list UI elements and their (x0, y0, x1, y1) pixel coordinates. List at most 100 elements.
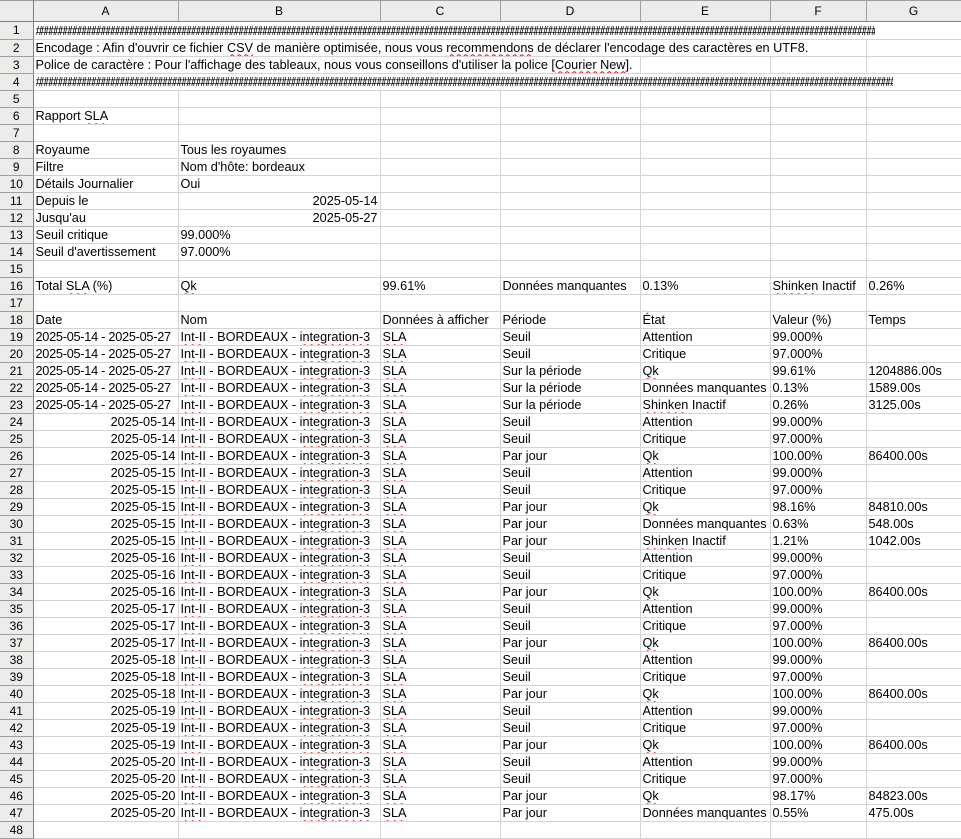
cell-E25[interactable]: Critique (640, 431, 770, 448)
cell-A8[interactable]: Royaume (33, 142, 178, 159)
cell-C15[interactable] (380, 261, 500, 278)
cell-A21[interactable]: 2025-05-14 - 2025-05-27 (33, 363, 178, 380)
cell-E5[interactable] (640, 91, 770, 108)
row-header-18[interactable]: 18 (0, 312, 33, 329)
cell-E37[interactable]: Qk (640, 635, 770, 652)
cell-C45[interactable]: SLA (380, 771, 500, 788)
cell-F17[interactable] (770, 295, 866, 312)
cell-C33[interactable]: SLA (380, 567, 500, 584)
column-header-D[interactable]: D (500, 1, 640, 22)
cell-A35[interactable]: 2025-05-17 (33, 601, 178, 618)
cell-A29[interactable]: 2025-05-15 (33, 499, 178, 516)
cell-F10[interactable] (770, 176, 866, 193)
cell-B41[interactable]: Int-II - BORDEAUX - integration-3 (178, 703, 380, 720)
cell-A46[interactable]: 2025-05-20 (33, 788, 178, 805)
cell-G22[interactable]: 1589.00s (866, 380, 961, 397)
cell-E30[interactable]: Données manquantes (640, 516, 770, 533)
cell-B13[interactable]: 99.000% (178, 227, 380, 244)
cell-D18[interactable]: Période (500, 312, 640, 329)
cell-D34[interactable]: Par jour (500, 584, 640, 601)
cell-B24[interactable]: Int-II - BORDEAUX - integration-3 (178, 414, 380, 431)
cell-A28[interactable]: 2025-05-15 (33, 482, 178, 499)
row-header-39[interactable]: 39 (0, 669, 33, 686)
row-header-33[interactable]: 33 (0, 567, 33, 584)
cell-C37[interactable]: SLA (380, 635, 500, 652)
cell-B37[interactable]: Int-II - BORDEAUX - integration-3 (178, 635, 380, 652)
cell-B19[interactable]: Int-II - BORDEAUX - integration-3 (178, 329, 380, 346)
cell-A5[interactable] (33, 91, 178, 108)
row-header-29[interactable]: 29 (0, 499, 33, 516)
cell-C16[interactable]: 99.61% (380, 278, 500, 295)
cell-A40[interactable]: 2025-05-18 (33, 686, 178, 703)
cell-B35[interactable]: Int-II - BORDEAUX - integration-3 (178, 601, 380, 618)
row-header-13[interactable]: 13 (0, 227, 33, 244)
cell-E38[interactable]: Attention (640, 652, 770, 669)
cell-D48[interactable] (500, 822, 640, 839)
cell-A33[interactable]: 2025-05-16 (33, 567, 178, 584)
cell-A37[interactable]: 2025-05-17 (33, 635, 178, 652)
cell-E36[interactable]: Critique (640, 618, 770, 635)
cell-B31[interactable]: Int-II - BORDEAUX - integration-3 (178, 533, 380, 550)
cell-B11[interactable]: 2025-05-14 (178, 193, 380, 210)
cell-F12[interactable] (770, 210, 866, 227)
cell-E19[interactable]: Attention (640, 329, 770, 346)
cell-D9[interactable] (500, 159, 640, 176)
cell-B29[interactable]: Int-II - BORDEAUX - integration-3 (178, 499, 380, 516)
cell-D38[interactable]: Seuil (500, 652, 640, 669)
row-header-14[interactable]: 14 (0, 244, 33, 261)
cell-A10[interactable]: Détails Journalier (33, 176, 178, 193)
cell-F44[interactable]: 99.000% (770, 754, 866, 771)
cell-D44[interactable]: Seuil (500, 754, 640, 771)
cell-A9[interactable]: Filtre (33, 159, 178, 176)
cell-G13[interactable] (866, 227, 961, 244)
cell-D46[interactable]: Par jour (500, 788, 640, 805)
row-header-24[interactable]: 24 (0, 414, 33, 431)
cell-A16[interactable]: Total SLA (%) (33, 278, 178, 295)
cell-E44[interactable]: Attention (640, 754, 770, 771)
cell-C24[interactable]: SLA (380, 414, 500, 431)
cell-A4[interactable]: ########################################… (33, 73, 961, 91)
cell-B16[interactable]: Qk (178, 278, 380, 295)
cell-G43[interactable]: 86400.00s (866, 737, 961, 754)
cell-D13[interactable] (500, 227, 640, 244)
cell-G31[interactable]: 1042.00s (866, 533, 961, 550)
cell-G29[interactable]: 84810.00s (866, 499, 961, 516)
row-header-11[interactable]: 11 (0, 193, 33, 210)
cell-E13[interactable] (640, 227, 770, 244)
cell-C41[interactable]: SLA (380, 703, 500, 720)
cell-G25[interactable] (866, 431, 961, 448)
cell-A24[interactable]: 2025-05-14 (33, 414, 178, 431)
row-header-47[interactable]: 47 (0, 805, 33, 822)
cell-F29[interactable]: 98.16% (770, 499, 866, 516)
row-header-10[interactable]: 10 (0, 176, 33, 193)
cell-D11[interactable] (500, 193, 640, 210)
row-header-31[interactable]: 31 (0, 533, 33, 550)
cell-B28[interactable]: Int-II - BORDEAUX - integration-3 (178, 482, 380, 499)
column-header-G[interactable]: G (866, 1, 961, 22)
cell-B20[interactable]: Int-II - BORDEAUX - integration-3 (178, 346, 380, 363)
cell-G34[interactable]: 86400.00s (866, 584, 961, 601)
cell-B34[interactable]: Int-II - BORDEAUX - integration-3 (178, 584, 380, 601)
cell-B44[interactable]: Int-II - BORDEAUX - integration-3 (178, 754, 380, 771)
cell-B39[interactable]: Int-II - BORDEAUX - integration-3 (178, 669, 380, 686)
cell-G48[interactable] (866, 822, 961, 839)
cell-G7[interactable] (866, 125, 961, 142)
cell-G10[interactable] (866, 176, 961, 193)
column-header-A[interactable]: A (33, 1, 178, 22)
row-header-4[interactable]: 4 (0, 73, 33, 91)
cell-A6[interactable]: Rapport SLA (33, 108, 178, 125)
cell-C30[interactable]: SLA (380, 516, 500, 533)
row-header-36[interactable]: 36 (0, 618, 33, 635)
cell-A19[interactable]: 2025-05-14 - 2025-05-27 (33, 329, 178, 346)
cell-G35[interactable] (866, 601, 961, 618)
cell-F30[interactable]: 0.63% (770, 516, 866, 533)
cell-A15[interactable] (33, 261, 178, 278)
cell-E35[interactable]: Attention (640, 601, 770, 618)
cell-G42[interactable] (866, 720, 961, 737)
cell-E20[interactable]: Critique (640, 346, 770, 363)
cell-E45[interactable]: Critique (640, 771, 770, 788)
row-header-45[interactable]: 45 (0, 771, 33, 788)
row-header-16[interactable]: 16 (0, 278, 33, 295)
cell-B18[interactable]: Nom (178, 312, 380, 329)
cell-E47[interactable]: Données manquantes (640, 805, 770, 822)
